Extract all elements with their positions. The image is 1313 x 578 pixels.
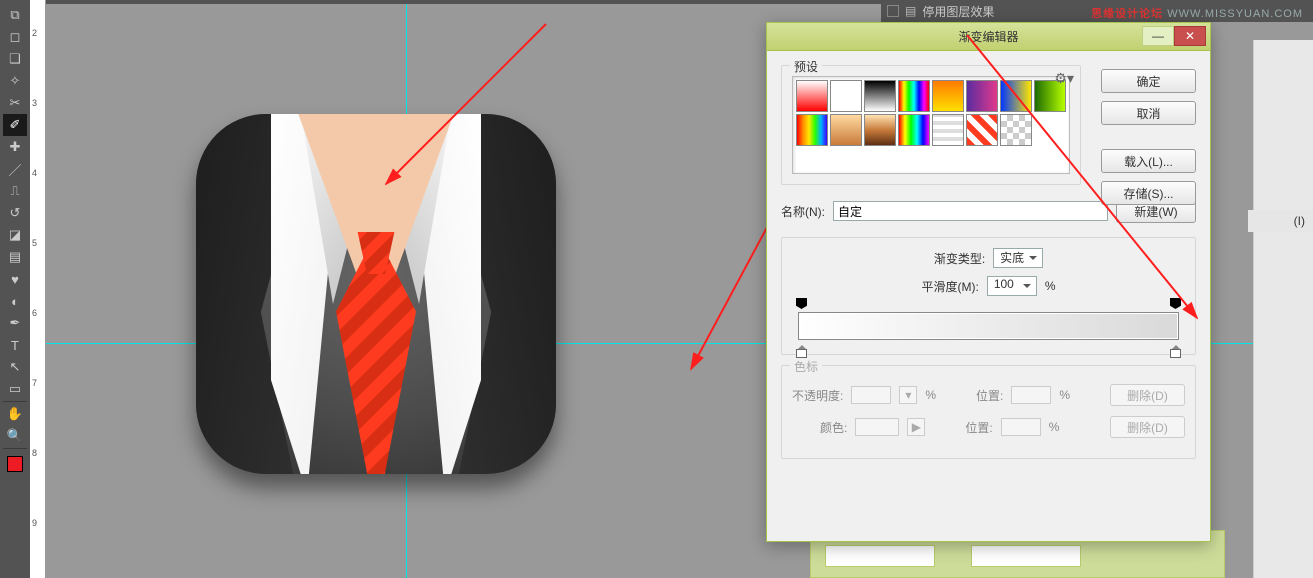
delete-opacity-stop-button: 删除(D) xyxy=(1110,384,1185,406)
annotation-arrow xyxy=(952,20,1212,330)
tool-stamp[interactable]: ⎍ xyxy=(3,180,27,202)
tool-move[interactable]: ⧉ xyxy=(3,4,27,26)
watermark: 思缘设计论坛 WWW.MISSYUAN.COM xyxy=(1091,5,1303,21)
preset-swatch[interactable] xyxy=(898,114,930,146)
opacity-stepper: ▾ xyxy=(899,386,917,404)
name-label: 名称(N): xyxy=(781,203,825,220)
disable-layer-fx-label[interactable]: 停用图层效果 xyxy=(922,3,994,20)
delete-color-stop-button: 删除(D) xyxy=(1110,416,1185,438)
tool-crop[interactable]: ✂ xyxy=(3,92,27,114)
tool-healing[interactable]: ✚ xyxy=(3,136,27,158)
preset-swatch[interactable] xyxy=(830,80,862,112)
preset-swatch[interactable] xyxy=(864,114,896,146)
preset-swatch[interactable] xyxy=(796,80,828,112)
checkbox-icon[interactable] xyxy=(887,5,899,17)
presets-label: 预设 xyxy=(790,58,822,75)
preset-swatch[interactable] xyxy=(898,80,930,112)
menu-icon[interactable]: ▤ xyxy=(905,4,916,18)
tool-path-select[interactable]: ↖ xyxy=(3,356,27,378)
ruler-tick: 7 xyxy=(32,378,46,388)
gradient-editor-group: 渐变类型: 实底 平滑度(M): 100 % xyxy=(781,237,1196,355)
tool-eyedropper[interactable]: ✐ xyxy=(3,114,27,136)
foreground-color-swatch[interactable] xyxy=(7,456,23,472)
tool-pen[interactable]: ✒ xyxy=(3,312,27,334)
tool-shape[interactable]: ▭ xyxy=(3,378,27,400)
gradient-editor-dialog: 渐变编辑器 — ✕ 确定 取消 载入(L)... 存储(S)... 预设 ⚙▾ … xyxy=(766,22,1211,542)
tool-marquee[interactable]: ◻ xyxy=(3,26,27,48)
ruler-tick: 8 xyxy=(32,448,46,458)
ruler-tick: 2 xyxy=(32,28,46,38)
tool-hand[interactable]: ✋ xyxy=(3,403,27,425)
right-panel-dock xyxy=(1253,40,1313,578)
position-label: 位置: xyxy=(965,419,992,436)
preset-swatch[interactable] xyxy=(864,80,896,112)
stops-group: 色标 不透明度: ▾% 位置: % 删除(D) 颜色: ▶ 位置: % 删除(D… xyxy=(781,365,1196,459)
toolbar: ⧉ ◻ ❑ ✧ ✂ ✐ ✚ ／ ⎍ ↺ ◪ ▤ ♥ ◐ ✒ T ↖ ▭ ✋ 🔍 xyxy=(0,0,30,578)
ruler-tick: 6 xyxy=(32,308,46,318)
vertical-ruler: 2 3 4 5 6 7 8 9 xyxy=(30,0,46,578)
opacity-label: 不透明度: xyxy=(792,387,843,404)
color-stop-left[interactable] xyxy=(796,340,807,354)
tool-brush[interactable]: ／ xyxy=(3,158,27,180)
tool-wand[interactable]: ✧ xyxy=(3,70,27,92)
tool-history-brush[interactable]: ↺ xyxy=(3,202,27,224)
preset-swatch[interactable] xyxy=(796,114,828,146)
panel-label-i: (I) xyxy=(1248,210,1313,232)
ruler-tick: 5 xyxy=(32,238,46,248)
color-picker-arrow: ▶ xyxy=(907,418,925,436)
tool-zoom[interactable]: 🔍 xyxy=(3,425,27,447)
ruler-tick: 3 xyxy=(32,98,46,108)
ruler-tick: 9 xyxy=(32,518,46,528)
color-well xyxy=(855,418,899,436)
tool-gradient[interactable]: ▤ xyxy=(3,246,27,268)
tool-dodge[interactable]: ◐ xyxy=(3,290,27,312)
color-label: 颜色: xyxy=(820,419,847,436)
tool-eraser[interactable]: ◪ xyxy=(3,224,27,246)
color-position-input xyxy=(1001,418,1041,436)
position-label: 位置: xyxy=(976,387,1003,404)
stops-label: 色标 xyxy=(790,358,822,375)
opacity-input xyxy=(851,386,891,404)
tool-lasso[interactable]: ❑ xyxy=(3,48,27,70)
tool-type[interactable]: T xyxy=(3,334,27,356)
opacity-position-input xyxy=(1011,386,1051,404)
color-stop-right[interactable] xyxy=(1170,340,1181,354)
annotation-arrow xyxy=(346,14,566,214)
preset-swatch[interactable] xyxy=(830,114,862,146)
tool-blur[interactable]: ♥ xyxy=(3,268,27,290)
ruler-tick: 4 xyxy=(32,168,46,178)
